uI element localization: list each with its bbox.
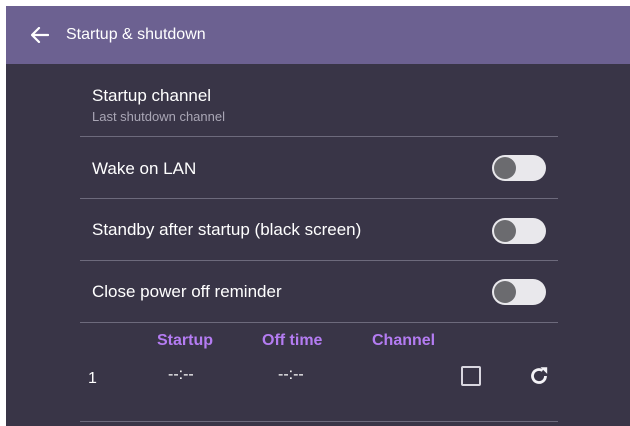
wake-on-lan-toggle[interactable] [492,155,546,181]
toggle-knob [494,220,516,242]
back-button[interactable] [28,23,52,47]
refresh-icon [531,367,548,384]
close-power-off-reminder-toggle[interactable] [492,279,546,305]
reset-schedule-button[interactable] [525,362,553,390]
schedule-row-divider [80,421,558,422]
startup-channel-label: Startup channel [92,86,212,105]
off-time-value[interactable]: --:-- [278,366,304,384]
startup-time-value[interactable]: --:-- [168,366,194,384]
settings-screen: Startup & shutdown Startup channel Last … [6,6,630,426]
page-title: Startup & shutdown [66,26,206,43]
column-header-off-time: Off time [262,332,323,349]
close-power-off-reminder-row: Close power off reminder [80,261,558,323]
wake-on-lan-row: Wake on LAN [80,137,558,199]
startup-channel-value: Last shutdown channel [92,109,225,124]
standby-after-startup-label: Standby after startup (black screen) [92,220,362,239]
header-bar: Startup & shutdown [6,6,630,64]
schedule-enable-checkbox[interactable] [461,366,481,386]
standby-after-startup-row: Standby after startup (black screen) [80,199,558,261]
back-arrow-icon [31,27,49,43]
column-header-startup: Startup [157,332,213,349]
startup-channel-row[interactable]: Startup channel Last shutdown channel [80,64,558,137]
standby-after-startup-toggle[interactable] [492,218,546,244]
schedule-row-index: 1 [88,370,97,387]
close-power-off-reminder-label: Close power off reminder [92,282,282,301]
wake-on-lan-label: Wake on LAN [92,159,197,178]
toggle-knob [494,157,516,179]
toggle-knob [494,281,516,303]
column-header-channel: Channel [372,332,436,349]
